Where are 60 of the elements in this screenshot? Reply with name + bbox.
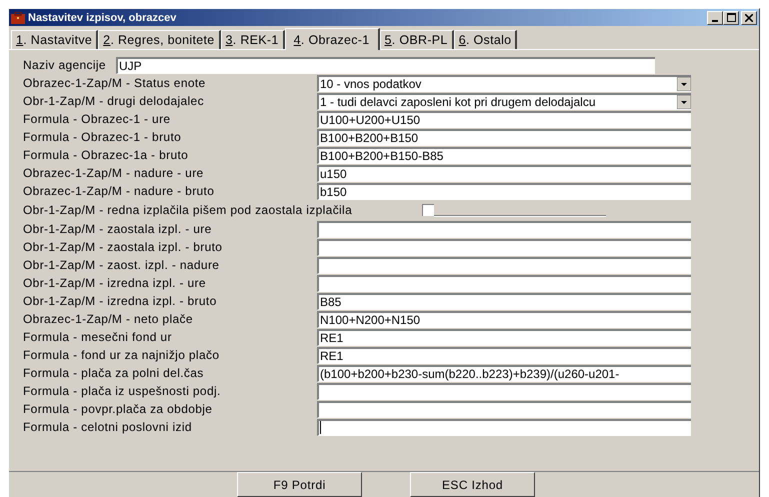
field-label: Obrazec-1-Zap/M - nadure - ure [23,166,205,180]
field-label: Obr-1-Zap/M - zaostala izpl. - bruto [23,240,224,254]
action-button[interactable]: F9 Potrdi [237,472,362,497]
field-label: Formula - mesečni fond ur [23,330,173,344]
text-field[interactable]: N100+N200+N150 [317,310,691,328]
field-label: Obrazec-1-Zap/M - Status enote [23,76,207,90]
field-label: Obr-1-Zap/M - izredna izpl. - ure [23,276,207,290]
close-button[interactable] [741,10,757,24]
field-label: Formula - fond ur za najnižjo plačo [23,348,220,362]
field-label: Formula - plača za polni del.čas [23,366,205,380]
dropdown-arrow-icon[interactable] [677,94,691,108]
text-field[interactable]: UJP [116,56,655,74]
field-label: Formula - povpr.plača za obdobje [23,402,214,416]
field-label: Formula - Obrazec-1 - bruto [23,130,182,144]
close-icon [745,14,753,22]
text-field[interactable]: RE1 [317,346,691,364]
checkbox[interactable] [422,204,434,216]
field-label: Obrazec-1-Zap/M - neto plače [23,312,194,326]
text-field[interactable] [317,400,691,418]
text-field[interactable] [317,382,691,400]
text-field[interactable]: (b100+b200+b230-sum(b220..b223)+b239)/(u260-u201- [317,364,691,382]
field-label: Obr-1-Zap/M - zaostala izpl. - ure [23,222,213,236]
briefcase-icon [11,12,25,24]
text-field[interactable] [317,220,691,238]
tab[interactable]: 1. Nastavitve [11,30,98,49]
text-field[interactable]: u150 [317,164,691,182]
field-label: Formula - Obrazec-1 - ure [23,112,172,126]
field-label: Formula - Obrazec-1a - bruto [23,148,190,162]
dropdown-arrow-icon[interactable] [677,76,691,90]
checkbox-label: Obr-1-Zap/M - redna izplačila pišem pod zaostala izplačila [23,203,352,217]
tab[interactable]: 4. Obrazec-1 [284,28,380,50]
text-field[interactable]: RE1 [317,328,691,346]
dropdown[interactable]: 10 - vnos podatkov [317,74,691,92]
text-field[interactable] [317,256,691,274]
field-label: Formula - celotni poslovni izid [23,420,193,434]
field-label: Obr-1-Zap/M - zaost. izpl. - nadure [23,258,220,272]
dropdown[interactable]: 1 - tudi delavci zaposleni kot pri drugem delodajalcu [317,92,691,110]
text-field[interactable]: B100+B200+B150 [317,128,691,146]
text-field[interactable]: B85 [317,292,691,310]
text-field[interactable]: b150 [317,182,691,200]
text-field[interactable]: U100+U200+U150 [317,110,691,128]
field-label: Obr-1-Zap/M - izredna izpl. - bruto [23,294,218,308]
tab[interactable]: 2. Regres, bonitete [98,30,221,49]
field-label: Obr-1-Zap/M - drugi delodajalec [23,94,205,108]
tab[interactable]: 3. REK-1 [220,30,285,49]
text-field[interactable] [317,418,691,436]
minimize-button[interactable] [707,10,723,24]
maximize-icon [726,13,736,22]
text-field[interactable] [317,274,691,292]
text-field[interactable]: B100+B200+B150-B85 [317,146,691,164]
field-label: Naziv agencije [23,58,106,72]
minimize-icon [712,20,718,22]
window-title: Nastavitev izpisov, obrazcev [28,12,178,24]
text-field[interactable] [317,238,691,256]
action-button[interactable]: ESC Izhod [410,472,535,497]
field-label: Obrazec-1-Zap/M - nadure - bruto [23,184,216,198]
maximize-button[interactable] [723,10,739,24]
tab[interactable]: 6. Ostalo [454,30,518,49]
field-label: Formula - plača iz uspešnosti podj. [23,384,222,398]
tab[interactable]: 5. OBR-PL [380,30,454,49]
